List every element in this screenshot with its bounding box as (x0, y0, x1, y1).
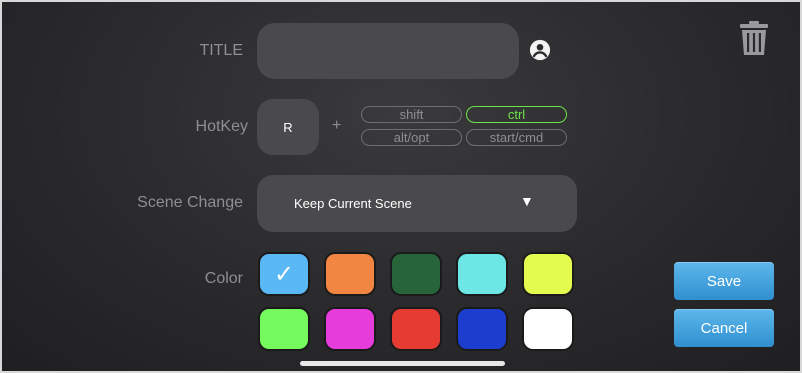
checkmark-icon: ✓ (273, 260, 295, 288)
account-circle-icon[interactable] (529, 39, 551, 61)
color-swatch[interactable] (390, 307, 442, 351)
home-indicator (300, 361, 505, 366)
scene-change-label: Scene Change (137, 194, 243, 211)
save-button[interactable]: Save (674, 262, 774, 300)
modifier-start-cmd[interactable]: start/cmd (466, 129, 567, 146)
modifier-ctrl[interactable]: ctrl (466, 106, 567, 123)
color-swatch[interactable] (522, 307, 574, 351)
scene-change-dropdown[interactable]: Keep Current Scene ▼ (257, 175, 577, 232)
color-swatch[interactable] (456, 252, 508, 296)
color-swatch[interactable] (456, 307, 508, 351)
hotkey-editor: TITLE HotKey R + shift ctrl alt/opt start/c… (2, 2, 800, 371)
color-swatch[interactable] (324, 307, 376, 351)
plus-sign: + (332, 117, 342, 134)
modifier-shift[interactable]: shift (361, 106, 462, 123)
dropdown-arrow-icon: ▼ (520, 193, 534, 209)
color-swatch[interactable] (324, 252, 376, 296)
scene-change-value: Keep Current Scene (294, 196, 412, 211)
cancel-button[interactable]: Cancel (674, 309, 774, 347)
title-label: TITLE (199, 42, 243, 59)
color-swatch[interactable]: ✓ (258, 252, 310, 296)
color-swatch[interactable] (390, 252, 442, 296)
color-swatch[interactable] (258, 307, 310, 351)
hotkey-key-field[interactable]: R (257, 99, 319, 155)
hotkey-label: HotKey (195, 118, 248, 135)
trash-icon[interactable] (738, 20, 770, 56)
title-input[interactable] (257, 23, 519, 79)
color-label: Color (204, 270, 243, 287)
color-swatch[interactable] (522, 252, 574, 296)
modifier-alt-opt[interactable]: alt/opt (361, 129, 462, 146)
